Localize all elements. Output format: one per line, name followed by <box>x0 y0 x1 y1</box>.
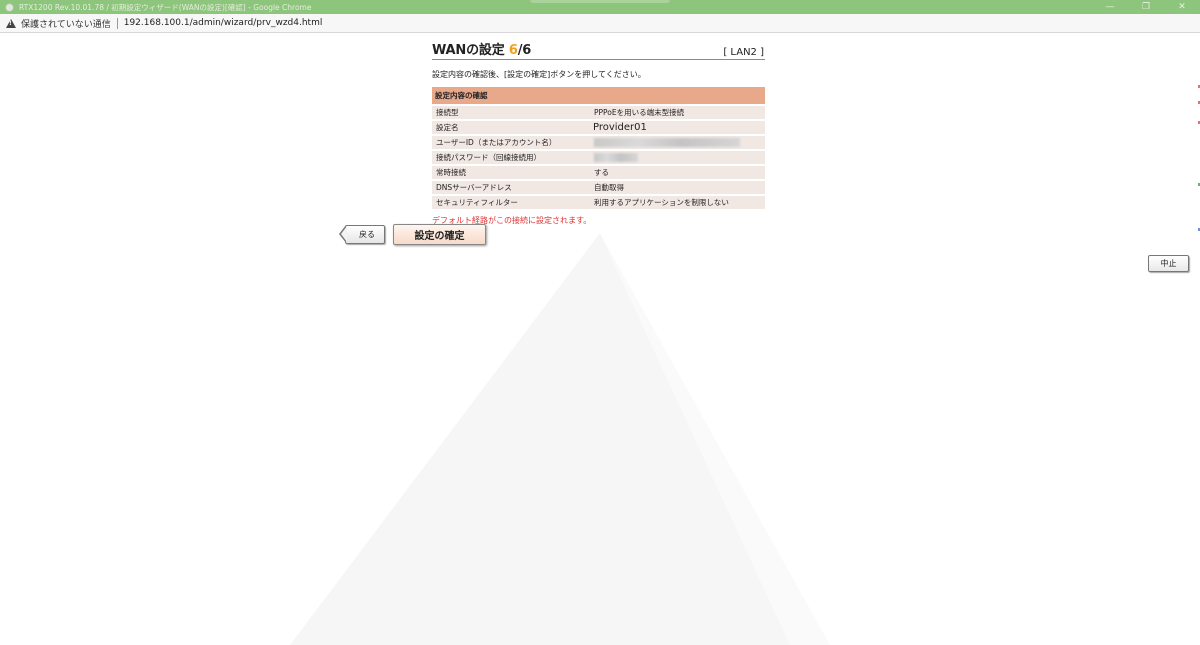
lan-label: [ LAN2 ] <box>723 47 764 58</box>
window-controls: — ❐ ✕ <box>1092 0 1200 14</box>
wizard-panel: WANの設定 6/6 [ LAN2 ] 設定内容の確認後、[設定の確定]ボタンを… <box>432 41 765 226</box>
table-row: 常時接続 する <box>432 165 765 181</box>
address-separator <box>116 17 118 29</box>
back-button[interactable]: 戻る <box>339 225 385 244</box>
title-bar: RTX1200 Rev.10.01.78 / 初期設定ウィザード(WANの設定)… <box>0 0 1200 14</box>
url-text[interactable]: 192.168.100.1/admin/wizard/prv_wzd4.html <box>124 18 323 28</box>
row-value-redacted <box>590 135 765 151</box>
tab-search-notch <box>530 0 670 3</box>
warning-icon[interactable] <box>6 18 16 28</box>
table-header-row: 設定内容の確認 <box>432 87 765 106</box>
row-label: 接続型 <box>432 105 590 121</box>
table-row: セキュリティフィルター 利用するアプリケーションを制限しない <box>432 195 765 211</box>
row-value-redacted <box>590 150 765 166</box>
close-icon[interactable]: ✕ <box>1164 0 1200 14</box>
table-row: 接続パスワード（回線接続用） <box>432 150 765 166</box>
instruction-text: 設定内容の確認後、[設定の確定]ボタンを押してください。 <box>432 70 646 79</box>
restore-icon[interactable]: ❐ <box>1128 0 1164 14</box>
row-value: 利用するアプリケーションを制限しない <box>590 195 765 211</box>
table-row: ユーザーID（またはアカウント名） <box>432 135 765 151</box>
window-title: RTX1200 Rev.10.01.78 / 初期設定ウィザード(WANの設定)… <box>19 2 312 12</box>
redacted-user-id <box>594 138 740 148</box>
row-value: 自動取得 <box>590 180 765 196</box>
confirm-settings-button[interactable]: 設定の確定 <box>393 224 486 245</box>
address-bar[interactable]: 保護されていない通信 192.168.100.1/admin/wizard/pr… <box>0 14 1200 33</box>
row-label: 常時接続 <box>432 165 590 181</box>
table-header: 設定内容の確認 <box>432 87 765 106</box>
row-value: PPPoEを用いる端末型接続 <box>590 105 765 121</box>
chrome-app-icon <box>5 2 14 12</box>
page-content: WANの設定 6/6 [ LAN2 ] 設定内容の確認後、[設定の確定]ボタンを… <box>0 33 1200 645</box>
row-label: 設定名 <box>432 120 590 136</box>
page-title: WANの設定 6/6 <box>432 39 531 58</box>
step-current: 6 <box>508 43 518 58</box>
row-value: Provider01 <box>590 120 765 136</box>
row-label: DNSサーバーアドレス <box>432 180 590 196</box>
browser-window: RTX1200 Rev.10.01.78 / 初期設定ウィザード(WANの設定)… <box>0 0 1200 645</box>
table-row: DNSサーバーアドレス 自動取得 <box>432 180 765 196</box>
row-label: ユーザーID（またはアカウント名） <box>432 135 590 151</box>
title-prefix: WANの設定 <box>432 43 509 58</box>
table-row: 設定名 Provider01 <box>432 120 765 136</box>
row-label: 接続パスワード（回線接続用） <box>432 150 590 166</box>
page-heading: WANの設定 6/6 [ LAN2 ] <box>432 41 765 60</box>
security-label[interactable]: 保護されていない通信 <box>21 17 111 30</box>
minimize-icon[interactable]: — <box>1092 0 1128 14</box>
table-row: 接続型 PPPoEを用いる端末型接続 <box>432 105 765 121</box>
step-total: /6 <box>517 43 532 58</box>
cancel-button[interactable]: 中止 <box>1148 255 1189 272</box>
redacted-password <box>594 153 638 163</box>
row-label: セキュリティフィルター <box>432 195 590 211</box>
action-buttons: 戻る 設定の確定 <box>339 224 486 245</box>
confirmation-table: 設定内容の確認 接続型 PPPoEを用いる端末型接続 設定名 Provider0… <box>432 87 765 211</box>
row-value: する <box>590 165 765 181</box>
